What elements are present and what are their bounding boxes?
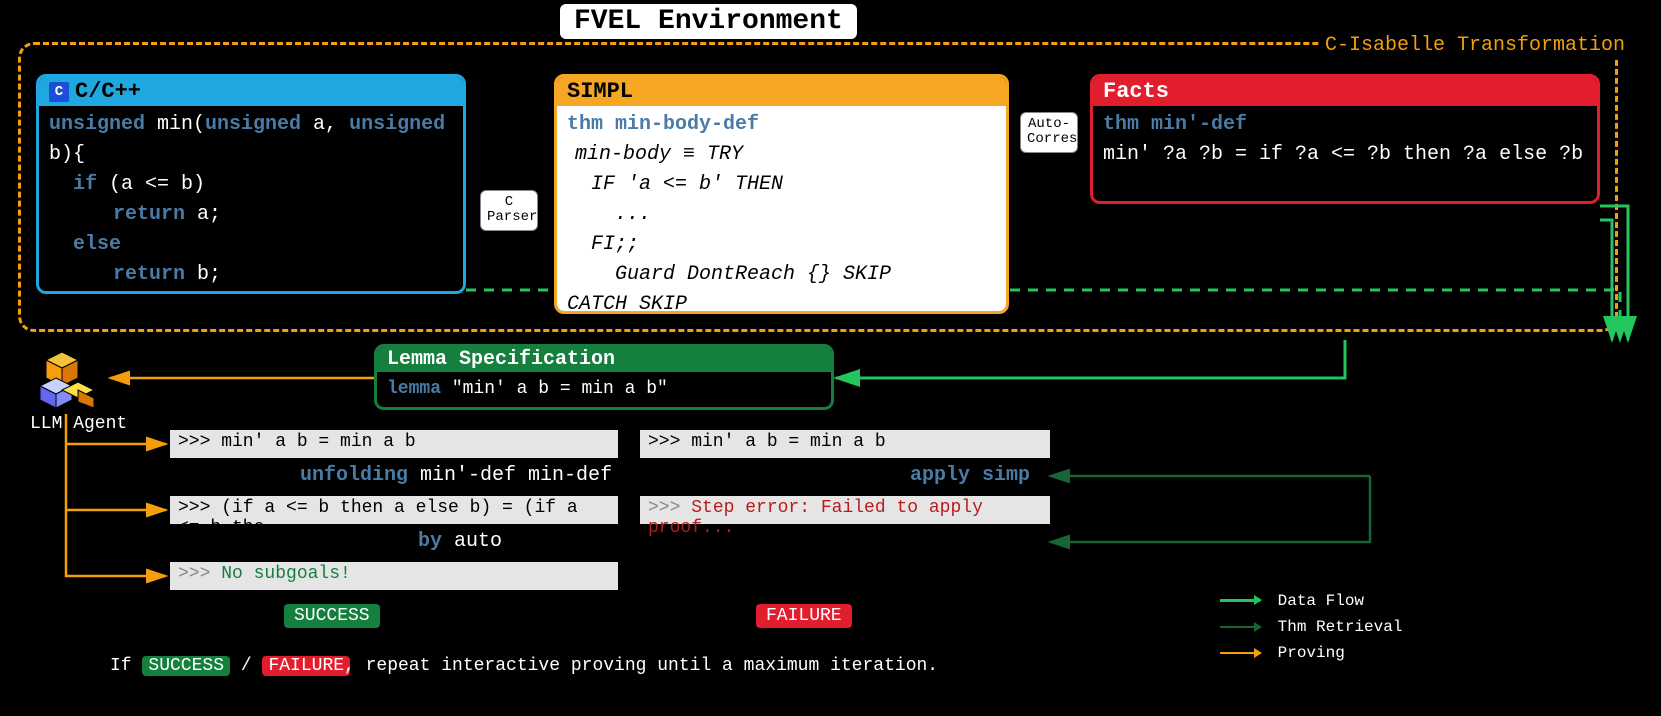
t: Proving — [1278, 644, 1345, 662]
kw-else: else — [73, 233, 121, 256]
footer-note: If SUCCESS / FAILURE — [110, 656, 350, 676]
legend-thm-retrieval: Thm Retrieval — [1220, 618, 1402, 636]
llm-agent-label: LLM Agent — [30, 414, 127, 434]
panel-ccpp-body: unsigned min(unsigned a, unsigned b){ if… — [39, 106, 463, 294]
kw-unsigned: unsigned — [349, 113, 445, 136]
panel-lemma: Lemma Specification lemma "min' a b = mi… — [374, 344, 834, 410]
panel-facts-title: Facts — [1103, 79, 1169, 104]
panel-facts-body: thm min'-def min' ?a ?b = if ?a <= ?b th… — [1093, 106, 1597, 174]
kw-return: return — [113, 263, 185, 286]
trace-right-state2: >>> Step error: Failed to apply proof... — [640, 496, 1050, 524]
panel-simpl: SIMPL thm min-body-def min-body ≡ TRY IF… — [554, 74, 1009, 314]
t: FI;; — [567, 230, 996, 260]
kw: by — [418, 530, 442, 553]
c-isabelle-label: C-Isabelle Transformation — [1321, 34, 1629, 57]
label-c-parser: CParser — [480, 190, 538, 231]
kw-return: return — [113, 203, 185, 226]
trace-left-state1: >>> min' a b = min a b — [170, 430, 618, 458]
trace-left-state2: >>> (if a <= b then a else b) = (if a <=… — [170, 496, 618, 524]
error-text: Step error: Failed to apply proof... — [648, 498, 983, 538]
trace-left-state3: >>> No subgoals! — [170, 562, 618, 590]
panel-simpl-head: SIMPL — [557, 77, 1006, 106]
label-autocorres: Auto-Corres — [1020, 112, 1078, 153]
panel-facts: Facts thm min'-def min' ?a ?b = if ?a <=… — [1090, 74, 1600, 204]
badge-success: SUCCESS — [284, 604, 380, 628]
panel-lemma-title: Lemma Specification — [387, 348, 615, 371]
prompt: >>> — [178, 564, 221, 584]
cpp-icon: C — [49, 82, 69, 102]
t: a, — [301, 113, 349, 136]
legend-data-flow: Data Flow — [1220, 592, 1364, 610]
t: min' ?a ?b = if ?a <= ?b then ?a else ?b — [1103, 140, 1587, 170]
panel-lemma-body: lemma "min' a b = min a b" — [377, 372, 831, 407]
cubes-icon — [32, 350, 104, 410]
kw-unsigned: unsigned — [49, 113, 145, 136]
t: min( — [145, 113, 205, 136]
t: IF 'a <= b' THEN — [567, 170, 996, 200]
kw-if: if — [73, 173, 97, 196]
panel-ccpp-head: C C/C++ — [39, 77, 463, 106]
t: Guard DontReach {} SKIP — [567, 260, 996, 290]
t: a; — [185, 203, 221, 226]
arrow-icon — [1220, 652, 1260, 654]
t: b){ — [49, 143, 85, 166]
t: Data Flow — [1278, 592, 1364, 610]
footer-note-tail: , repeat interactive proving until a max… — [344, 656, 938, 676]
thm-line: thm min-body-def — [567, 110, 996, 140]
t: ... — [567, 200, 996, 230]
panel-ccpp: C C/C++ unsigned min(unsigned a, unsigne… — [36, 74, 466, 294]
env-title: FVEL Environment — [560, 4, 857, 39]
t: Thm Retrieval — [1278, 618, 1403, 636]
trace-left-step2: by auto — [418, 530, 502, 553]
trace-right-step1: apply simp — [910, 464, 1030, 487]
trace-right-state1: >>> min' a b = min a b — [640, 430, 1050, 458]
thm-line: thm min'-def — [1103, 110, 1587, 140]
kw-unsigned: unsigned — [205, 113, 301, 136]
t: If — [110, 656, 142, 676]
t: min-body ≡ TRY — [567, 140, 996, 170]
prompt: >>> — [648, 498, 691, 518]
arrow-icon — [1220, 599, 1260, 602]
arrow-icon — [1220, 626, 1260, 628]
legend-proving: Proving — [1220, 644, 1345, 662]
panel-simpl-title: SIMPL — [567, 79, 633, 104]
trace-left-step1: unfolding min'-def min-def — [300, 464, 612, 487]
badge-failure: FAILURE — [756, 604, 852, 628]
badge-success-inline: SUCCESS — [142, 656, 230, 676]
panel-facts-head: Facts — [1093, 77, 1597, 106]
t: CATCH SKIP — [567, 290, 996, 314]
success-text: No subgoals! — [221, 564, 351, 584]
panel-lemma-head: Lemma Specification — [377, 347, 831, 372]
panel-ccpp-title: C/C++ — [75, 79, 141, 104]
t: min'-def min-def — [408, 464, 612, 487]
t: "min' a b = min a b" — [452, 379, 668, 399]
kw-lemma: lemma — [387, 379, 441, 399]
t: auto — [442, 530, 502, 553]
t: (a <= b) — [97, 173, 205, 196]
t: b; — [185, 263, 221, 286]
badge-failure-inline: FAILURE — [262, 656, 350, 676]
kw: unfolding — [300, 464, 408, 487]
panel-simpl-body: thm min-body-def min-body ≡ TRY IF 'a <=… — [557, 106, 1006, 314]
